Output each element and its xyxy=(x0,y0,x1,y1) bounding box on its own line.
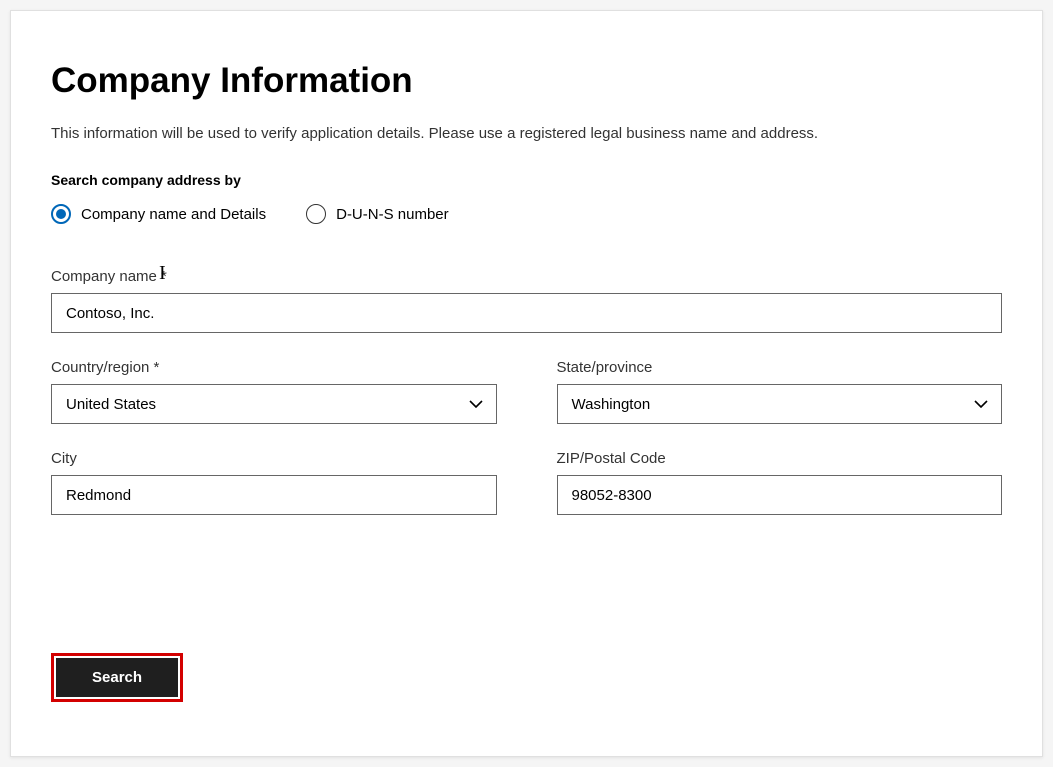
radio-duns-number[interactable]: D-U-N-S number xyxy=(306,204,449,224)
state-province-select[interactable]: Washington xyxy=(557,384,1003,424)
page-description: This information will be used to verify … xyxy=(51,125,1002,142)
company-name-input[interactable] xyxy=(51,293,1002,333)
search-by-label: Search company address by xyxy=(51,172,1002,188)
radio-company-name-details[interactable]: Company name and Details xyxy=(51,204,266,224)
zip-postal-label: ZIP/Postal Code xyxy=(557,450,1003,467)
search-button-highlight: Search xyxy=(51,653,183,702)
radio-unselected-icon xyxy=(306,204,326,224)
city-input[interactable] xyxy=(51,475,497,515)
state-province-label: State/province xyxy=(557,359,1003,376)
country-region-value: United States xyxy=(66,396,156,413)
city-label: City xyxy=(51,450,497,467)
radio-company-name-label: Company name and Details xyxy=(81,206,266,223)
company-name-label: Company name * xyxy=(51,268,1002,285)
country-region-label: Country/region * xyxy=(51,359,497,376)
radio-selected-icon xyxy=(51,204,71,224)
state-province-value: Washington xyxy=(572,396,651,413)
page-title: Company Information xyxy=(51,61,1002,101)
country-region-select[interactable]: United States xyxy=(51,384,497,424)
radio-duns-label: D-U-N-S number xyxy=(336,206,449,223)
company-information-panel: Company Information This information wil… xyxy=(10,10,1043,757)
zip-postal-input[interactable] xyxy=(557,475,1003,515)
search-button[interactable]: Search xyxy=(56,658,178,697)
search-by-radio-group: Company name and Details D-U-N-S number xyxy=(51,204,1002,224)
